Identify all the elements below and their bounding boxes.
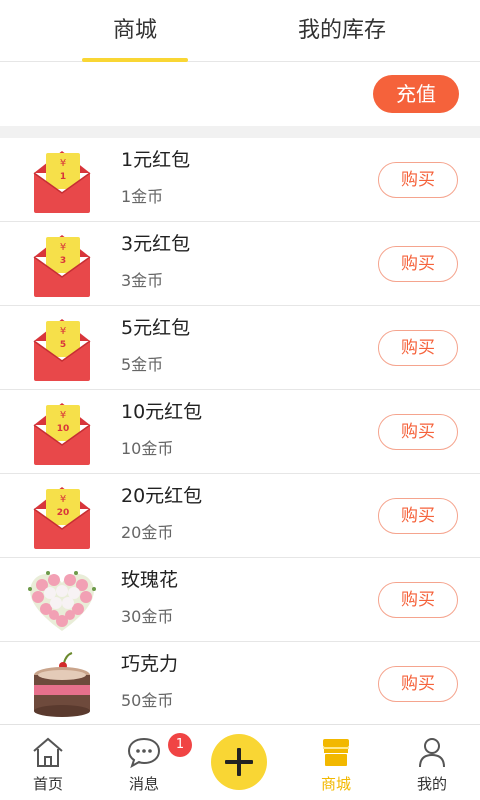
add-button[interactable] (211, 734, 267, 790)
rose-heart-icon (28, 571, 96, 631)
user-icon (419, 738, 445, 768)
list-item: ¥ 10 10元红包 10金币 购买 (0, 390, 480, 474)
product-name: 巧克力 (121, 653, 179, 675)
red-envelope-icon: ¥ 20 (33, 487, 91, 549)
buy-button[interactable]: 购买 (378, 330, 458, 366)
buy-button[interactable]: 购买 (378, 162, 458, 198)
top-tab-bar: 商城 我的库存 (0, 0, 480, 62)
list-item: 巧克力 50金币 购买 (0, 642, 480, 726)
product-price: 30金币 (121, 607, 174, 626)
buy-button[interactable]: 购买 (378, 666, 458, 702)
product-name: 3元红包 (121, 233, 191, 255)
envelope-value: 10 (57, 424, 70, 434)
nav-shop[interactable]: 商城 (288, 725, 384, 800)
svg-text:¥: ¥ (60, 410, 66, 421)
svg-text:¥: ¥ (60, 326, 66, 337)
buy-button[interactable]: 购买 (378, 246, 458, 282)
section-divider (0, 126, 480, 138)
list-item: ¥ 5 5元红包 5金币 购买 (0, 306, 480, 390)
recharge-button[interactable]: 充值 (373, 75, 459, 113)
tab-inventory[interactable]: 我的库存 (272, 0, 412, 62)
list-item: 玫瑰花 30金币 购买 (0, 558, 480, 642)
product-price: 1金币 (121, 187, 164, 206)
svg-text:¥: ¥ (60, 158, 66, 169)
buy-button[interactable]: 购买 (378, 498, 458, 534)
svg-text:¥: ¥ (60, 242, 66, 253)
nav-shop-label: 商城 (320, 775, 351, 793)
product-name: 玫瑰花 (121, 569, 179, 591)
chat-bubble-icon (127, 737, 161, 769)
plus-icon (225, 748, 253, 776)
red-envelope-icon: ¥ 3 (33, 235, 91, 297)
product-price: 10金币 (121, 439, 174, 458)
recharge-bar: 充值 (0, 62, 480, 126)
product-list: ¥ 1 1元红包 1金币 购买 ¥ 3 3元红包 3金币 购买 ¥ 5 5元红包… (0, 138, 480, 726)
red-envelope-icon: ¥ 1 (33, 151, 91, 213)
red-envelope-icon: ¥ 10 (33, 403, 91, 465)
product-price: 20金币 (121, 523, 174, 542)
envelope-value: 1 (60, 172, 66, 182)
nav-home[interactable]: 首页 (0, 725, 96, 800)
product-name: 20元红包 (121, 485, 203, 507)
chocolate-cake-icon (34, 652, 90, 717)
unread-badge: 1 (168, 733, 192, 757)
list-item: ¥ 1 1元红包 1金币 购买 (0, 138, 480, 222)
envelope-value: 20 (57, 508, 70, 518)
nav-mine-label: 我的 (416, 775, 447, 793)
store-icon (323, 739, 349, 766)
product-name: 1元红包 (121, 149, 191, 171)
product-price: 50金币 (121, 691, 174, 710)
list-item: ¥ 20 20元红包 20金币 购买 (0, 474, 480, 558)
bottom-nav: 首页 消息 1 商城 我的 (0, 724, 480, 800)
home-icon (33, 737, 63, 767)
nav-messages-label: 消息 (128, 775, 159, 793)
buy-button[interactable]: 购买 (378, 414, 458, 450)
envelope-value: 5 (60, 340, 66, 350)
product-name: 5元红包 (121, 317, 191, 339)
envelope-value: 3 (60, 256, 66, 266)
buy-button[interactable]: 购买 (378, 582, 458, 618)
nav-home-label: 首页 (32, 775, 63, 793)
svg-text:¥: ¥ (60, 494, 66, 505)
product-price: 5金币 (121, 355, 164, 374)
nav-mine[interactable]: 我的 (384, 725, 480, 800)
product-name: 10元红包 (121, 401, 203, 423)
product-price: 3金币 (121, 271, 164, 290)
tab-shop[interactable]: 商城 (82, 0, 188, 62)
red-envelope-icon: ¥ 5 (33, 319, 91, 381)
list-item: ¥ 3 3元红包 3金币 购买 (0, 222, 480, 306)
